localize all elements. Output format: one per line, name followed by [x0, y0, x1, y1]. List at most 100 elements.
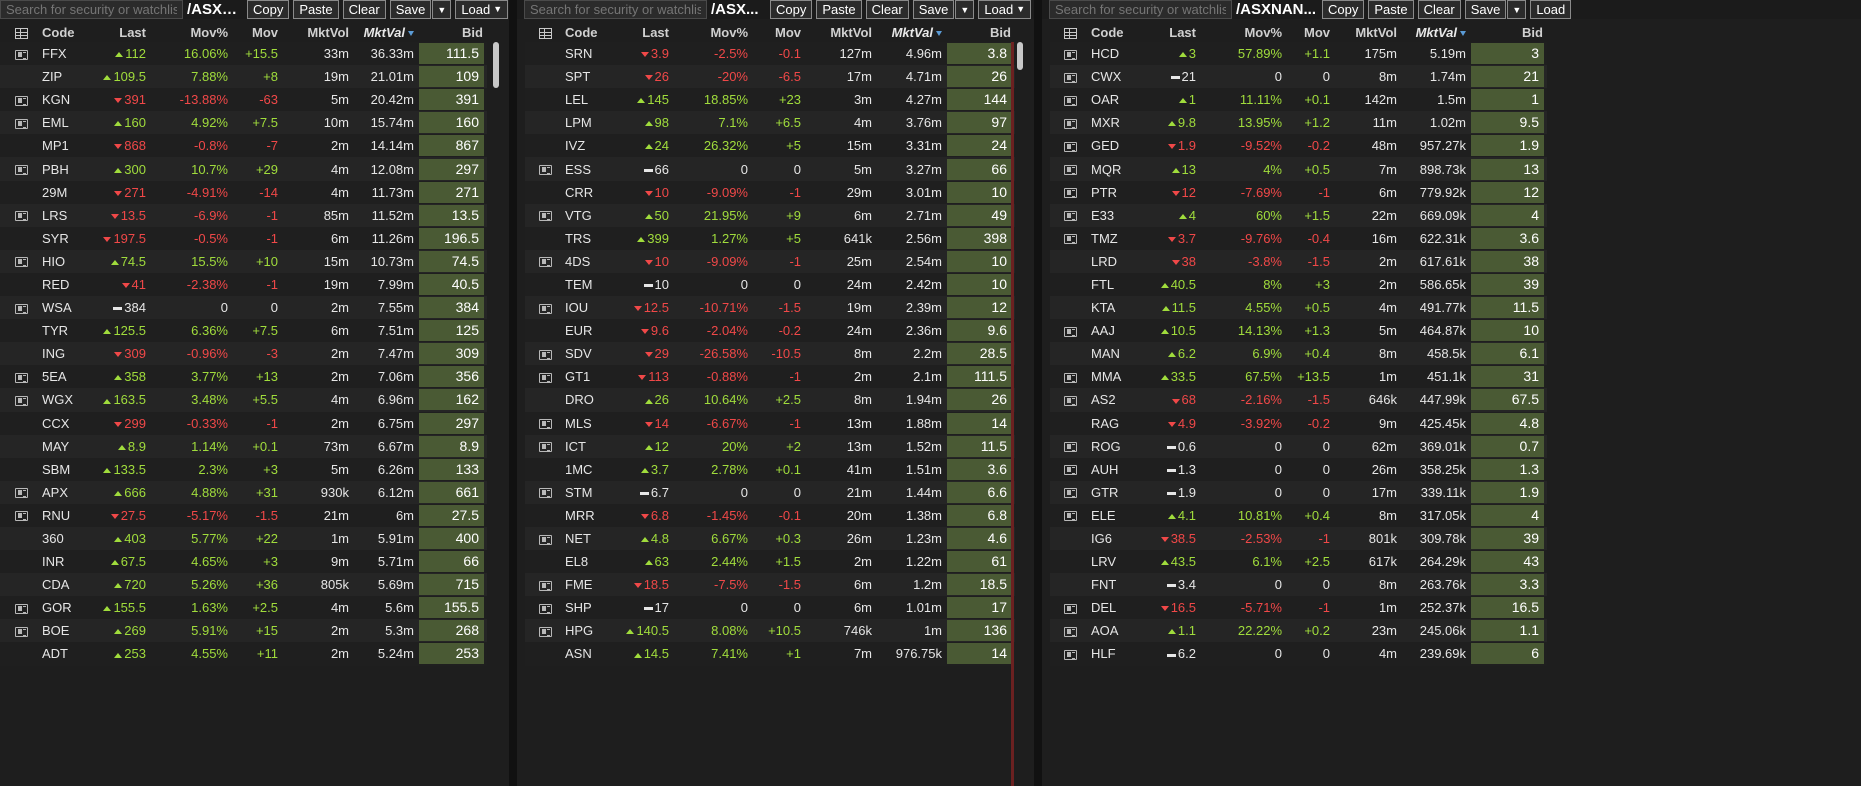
bid-cell[interactable]: 297: [418, 157, 487, 181]
column-header-last[interactable]: Last: [1136, 23, 1200, 42]
column-header-movp[interactable]: Mov%: [1200, 23, 1286, 42]
newspaper-icon[interactable]: [1064, 165, 1077, 176]
table-row[interactable]: LRD 38 -3.8% -1.5 2m 617.61k 38: [1050, 249, 1547, 273]
bid-cell[interactable]: 12: [1470, 180, 1547, 204]
security-code[interactable]: ZIP: [42, 65, 86, 89]
bid-cell[interactable]: 398: [946, 226, 1015, 250]
newspaper-icon[interactable]: [1064, 396, 1077, 407]
security-code[interactable]: STM: [565, 480, 610, 504]
column-header-last[interactable]: Last: [610, 23, 673, 42]
column-header-mktvol[interactable]: MktVol: [282, 23, 353, 42]
security-code[interactable]: ELE: [1091, 503, 1136, 527]
column-header-mktval[interactable]: MktVal: [353, 23, 418, 42]
table-row[interactable]: IG6 38.5 -2.53% -1 801k 309.78k 39: [1050, 526, 1547, 551]
bid-cell[interactable]: 160: [418, 111, 487, 135]
table-row[interactable]: ADT 253 4.55% +11 2m 5.24m 253: [0, 642, 487, 666]
bid-cell[interactable]: 268: [418, 619, 487, 643]
news-cell[interactable]: [1050, 480, 1091, 504]
bid-cell[interactable]: 1.9: [1470, 134, 1547, 158]
newspaper-icon[interactable]: [14, 372, 28, 383]
table-row[interactable]: AOA 1.1 22.22% +0.2 23m 245.06k 1.1: [1050, 619, 1547, 643]
bid-cell[interactable]: 1: [1470, 88, 1547, 112]
table-row[interactable]: SHP 17 0 0 6m 1.01m 17: [525, 596, 1015, 620]
table-row[interactable]: E33 4 60% +1.5 22m 669.09k 4: [1050, 203, 1547, 227]
table-row[interactable]: INR 67.5 4.65% +3 9m 5.71m 66: [0, 550, 487, 574]
security-code[interactable]: DEL: [1091, 596, 1136, 620]
newspaper-icon[interactable]: [538, 626, 552, 637]
security-code[interactable]: LPM: [565, 111, 610, 135]
table-row[interactable]: SRN 3.9 -2.5% -0.1 127m 4.96m 3.8: [525, 42, 1015, 66]
security-code[interactable]: IVZ: [565, 134, 610, 158]
bid-cell[interactable]: 38: [1470, 249, 1547, 273]
security-code[interactable]: ROG: [1091, 434, 1136, 458]
table-row[interactable]: AS2 68 -2.16% -1.5 646k 447.99k 67.5: [1050, 388, 1547, 412]
news-cell[interactable]: [0, 203, 42, 227]
bid-cell[interactable]: 97: [946, 111, 1015, 135]
clear-button[interactable]: Clear: [1417, 0, 1461, 19]
bid-cell[interactable]: 27.5: [418, 503, 487, 527]
news-cell[interactable]: [525, 480, 565, 504]
security-code[interactable]: OAR: [1091, 88, 1136, 112]
news-cell[interactable]: [1050, 319, 1091, 343]
newspaper-icon[interactable]: [538, 603, 552, 614]
bid-cell[interactable]: 356: [418, 365, 487, 389]
security-search-input[interactable]: [1049, 0, 1232, 19]
newspaper-icon[interactable]: [538, 419, 552, 430]
newspaper-icon[interactable]: [1064, 603, 1077, 614]
security-code[interactable]: 1MC: [565, 457, 610, 481]
table-row[interactable]: WSA 384 0 0 2m 7.55m 384: [0, 296, 487, 320]
news-cell[interactable]: [525, 619, 565, 643]
security-code[interactable]: TRS: [565, 226, 610, 250]
security-code[interactable]: APX: [42, 480, 86, 504]
security-code[interactable]: SRN: [565, 42, 610, 66]
bid-cell[interactable]: 3: [1470, 42, 1547, 66]
bid-cell[interactable]: 31: [1470, 365, 1547, 389]
table-row[interactable]: ASN 14.5 7.41% +1 7m 976.75k 14: [525, 642, 1015, 666]
bid-cell[interactable]: 17: [946, 596, 1015, 620]
bid-cell[interactable]: 16.5: [1470, 596, 1547, 620]
security-code[interactable]: ASN: [565, 642, 610, 666]
bid-cell[interactable]: 49: [946, 203, 1015, 227]
security-code[interactable]: TEM: [565, 272, 610, 297]
security-code[interactable]: HCD: [1091, 42, 1136, 66]
security-code[interactable]: LRD: [1091, 249, 1136, 273]
clear-button[interactable]: Clear: [342, 0, 386, 19]
table-row[interactable]: HIO 74.5 15.5% +10 15m 10.73m 74.5: [0, 249, 487, 273]
news-cell[interactable]: [525, 365, 565, 389]
column-header-bid[interactable]: Bid: [418, 23, 487, 42]
news-cell[interactable]: [0, 249, 42, 273]
table-row[interactable]: 360 403 5.77% +22 1m 5.91m 400: [0, 526, 487, 551]
bid-cell[interactable]: 867: [418, 134, 487, 158]
table-row[interactable]: DRO 26 10.64% +2.5 8m 1.94m 26: [525, 388, 1015, 412]
table-row[interactable]: MXR 9.8 13.95% +1.2 11m 1.02m 9.5: [1050, 111, 1547, 135]
copy-button[interactable]: Copy: [1322, 0, 1365, 19]
news-cell[interactable]: [1050, 157, 1091, 181]
table-row[interactable]: GTR 1.9 0 0 17m 339.11k 1.9: [1050, 480, 1547, 504]
newspaper-icon[interactable]: [14, 118, 28, 129]
bid-cell[interactable]: 10: [946, 272, 1015, 297]
newspaper-icon[interactable]: [14, 396, 28, 407]
newspaper-icon[interactable]: [14, 626, 28, 637]
news-cell[interactable]: [0, 296, 42, 320]
bid-cell[interactable]: 6.6: [946, 480, 1015, 504]
save-dropdown-caret[interactable]: ▼: [432, 0, 452, 19]
security-code[interactable]: LRS: [42, 203, 86, 227]
bid-cell[interactable]: 109: [418, 65, 487, 89]
table-row[interactable]: MQR 13 4% +0.5 7m 898.73k 13: [1050, 157, 1547, 181]
news-cell[interactable]: [1050, 111, 1091, 135]
table-row[interactable]: APX 666 4.88% +31 930k 6.12m 661: [0, 480, 487, 504]
newspaper-icon[interactable]: [1064, 650, 1077, 661]
table-row[interactable]: LRS 13.5 -6.9% -1 85m 11.52m 13.5: [0, 203, 487, 227]
bid-cell[interactable]: 13: [1470, 157, 1547, 181]
newspaper-icon[interactable]: [1064, 234, 1077, 245]
newspaper-icon[interactable]: [1064, 141, 1077, 152]
bid-cell[interactable]: 8.9: [418, 434, 487, 458]
bid-cell[interactable]: 6: [1470, 642, 1547, 666]
columns-grid-icon[interactable]: [0, 23, 42, 42]
bid-cell[interactable]: 4.8: [1470, 411, 1547, 435]
security-code[interactable]: MRR: [565, 503, 610, 527]
bid-cell[interactable]: 10: [946, 180, 1015, 204]
bid-cell[interactable]: 39: [1470, 526, 1547, 551]
newspaper-icon[interactable]: [1064, 372, 1077, 383]
newspaper-icon[interactable]: [1064, 95, 1077, 106]
